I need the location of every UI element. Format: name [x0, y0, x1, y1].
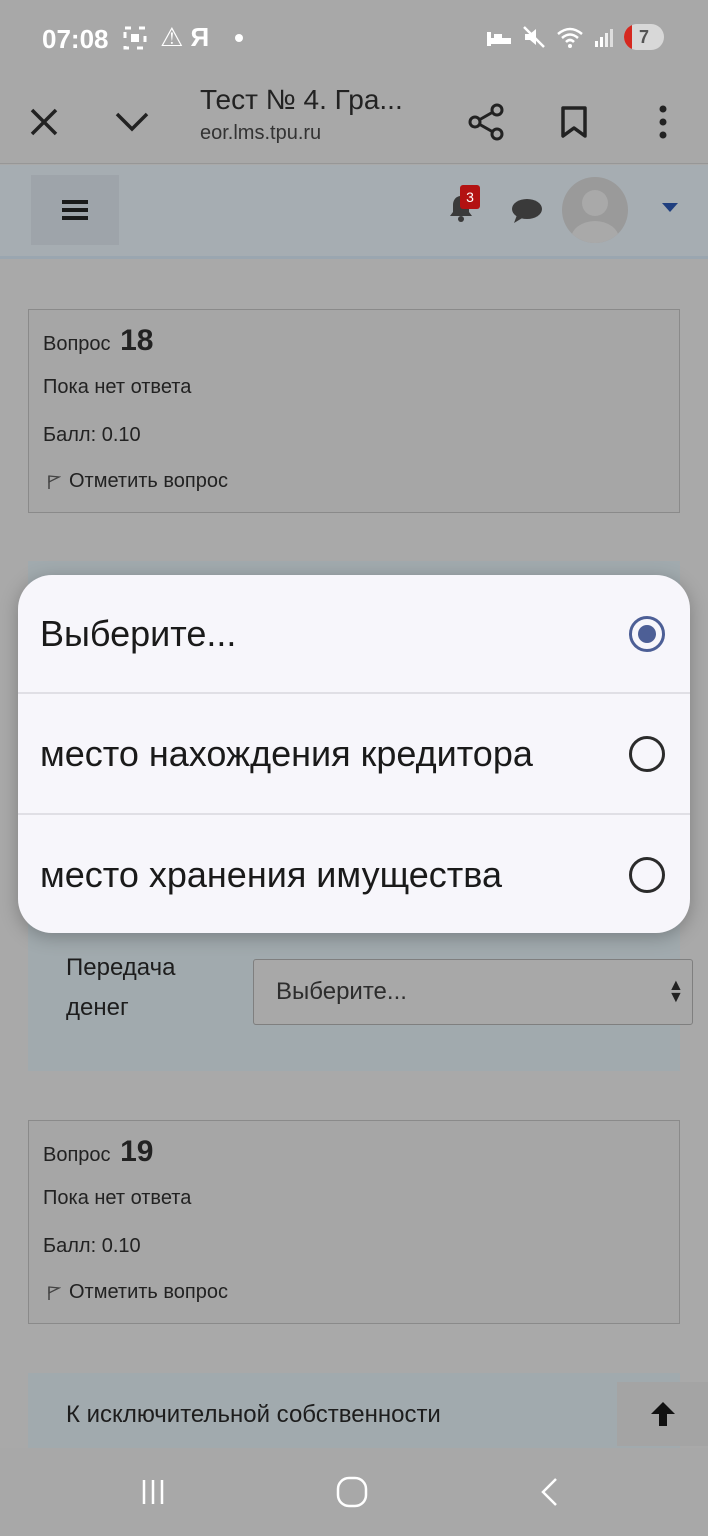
status-bar: 07:08 ⚠ Я 7: [0, 0, 708, 80]
browser-toolbar: Тест № 4. Гра... eor.lms.tpu.ru: [0, 80, 708, 164]
back-icon: [541, 1478, 557, 1506]
more-vertical-icon: [659, 105, 667, 139]
flag-question-link[interactable]: Отметить вопрос: [47, 470, 228, 493]
question-info-19: Вопрос 19 Пока нет ответа Балл: 0.10 Отм…: [28, 1120, 680, 1324]
home-icon: [336, 1476, 368, 1508]
divider: [18, 813, 690, 815]
question-grade: Балл: 0.10: [43, 424, 141, 446]
select-arrows-icon: ▲ ▼: [668, 977, 684, 1006]
arrow-up-icon: [650, 1402, 675, 1426]
question-number: 19: [120, 1135, 154, 1168]
radio-unselected-icon[interactable]: [629, 857, 665, 893]
home-button[interactable]: [332, 1474, 372, 1510]
back-to-top-button[interactable]: [617, 1382, 708, 1446]
hamburger-icon: [62, 200, 88, 220]
user-icon: [571, 190, 619, 243]
more-options-button[interactable]: [633, 92, 693, 152]
flag-icon: [48, 474, 61, 489]
user-avatar[interactable]: [562, 177, 628, 243]
recent-apps-button[interactable]: [133, 1474, 173, 1510]
question-label: Вопрос: [43, 1144, 111, 1166]
question-label: Вопрос: [43, 333, 111, 355]
messages-button[interactable]: [510, 197, 544, 230]
select-options-popup: Выберите... место нахождения кредитора м…: [18, 575, 690, 933]
user-menu-caret-icon[interactable]: [662, 203, 678, 212]
system-navigation-bar: [0, 1448, 708, 1536]
close-icon: [30, 108, 58, 136]
radio-selected-icon[interactable]: [629, 616, 665, 652]
flag-question-link[interactable]: Отметить вопрос: [47, 1281, 228, 1304]
bookmark-icon: [561, 106, 587, 138]
flag-question-label: Отметить вопрос: [69, 1281, 228, 1303]
notification-badge: 3: [460, 185, 480, 209]
flag-question-label: Отметить вопрос: [69, 470, 228, 492]
chat-bubble-icon: [512, 199, 542, 223]
question-info-18: Вопрос 18 Пока нет ответа Балл: 0.10 Отм…: [28, 309, 680, 513]
chevron-down-icon: [115, 112, 149, 132]
share-button[interactable]: [456, 92, 516, 152]
question-number: 18: [120, 324, 154, 357]
option-label: место нахождения кредитора: [40, 733, 533, 774]
match-row-label: Передача денег: [66, 954, 176, 1021]
recent-apps-icon: [142, 1480, 164, 1504]
status-left-glyphs: ⚠ Я: [160, 22, 210, 52]
mute-icon: [523, 26, 545, 48]
signal-icon: [595, 29, 613, 47]
option-creditor-location[interactable]: место нахождения кредитора: [18, 695, 690, 813]
wifi-icon: [557, 27, 583, 48]
sleep-mode-icon: [487, 32, 511, 46]
question-state: Пока нет ответа: [43, 376, 192, 398]
close-tab-button[interactable]: [14, 92, 74, 152]
minimize-button[interactable]: [102, 92, 162, 152]
option-label: Выберите...: [40, 613, 237, 654]
match-answer-select[interactable]: Выберите...: [253, 959, 693, 1025]
bookmark-button[interactable]: [544, 92, 604, 152]
hamburger-menu-button[interactable]: [31, 175, 119, 245]
share-icon: [468, 103, 504, 141]
battery-icon: 7: [624, 24, 664, 50]
screenshot-icon: [123, 26, 147, 49]
battery-level: 7: [638, 26, 649, 47]
question-state: Пока нет ответа: [43, 1187, 192, 1209]
option-label: место хранения имущества: [40, 854, 503, 895]
match-select-value: Выберите...: [276, 978, 407, 1005]
option-choose[interactable]: Выберите...: [18, 575, 690, 693]
status-time: 07:08: [42, 24, 109, 54]
divider: [18, 692, 690, 694]
back-button[interactable]: [530, 1474, 570, 1510]
question-text: К исключительной собственности: [66, 1401, 441, 1428]
notification-dot-icon: [235, 33, 244, 42]
page-url: eor.lms.tpu.ru: [200, 122, 322, 144]
radio-unselected-icon[interactable]: [629, 736, 665, 772]
option-property-storage[interactable]: место хранения имущества: [18, 816, 690, 933]
page-title: Тест № 4. Гра...: [200, 84, 403, 115]
question-content-19: К исключительной собственности: [28, 1373, 680, 1448]
flag-icon: [48, 1285, 61, 1300]
site-navbar: 3: [0, 165, 708, 259]
question-grade: Балл: 0.10: [43, 1235, 141, 1257]
